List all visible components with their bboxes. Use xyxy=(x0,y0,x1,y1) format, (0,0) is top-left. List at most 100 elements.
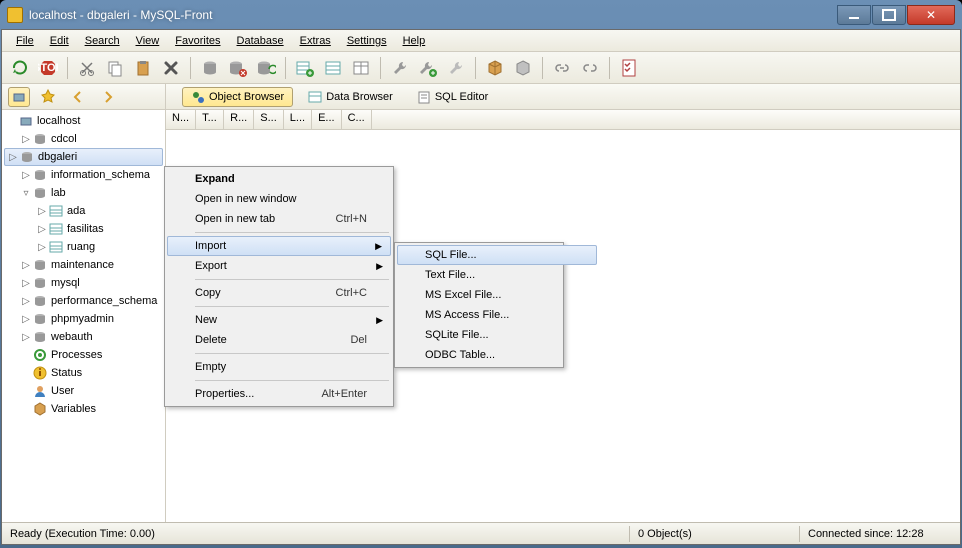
menu-item[interactable]: ODBC Table... xyxy=(397,345,597,365)
star-icon[interactable] xyxy=(36,85,60,109)
titlebar[interactable]: localhost - dbgaleri - MySQL-Front ✕ xyxy=(1,1,961,29)
tree-item[interactable]: ▷ada xyxy=(2,202,165,220)
tree-label: phpmyadmin xyxy=(51,313,114,325)
tree-item[interactable]: ▷cdcol xyxy=(2,130,165,148)
menu-separator xyxy=(195,232,389,233)
refresh-icon[interactable] xyxy=(8,56,32,80)
menu-extras[interactable]: Extras xyxy=(292,33,339,51)
link2-icon[interactable] xyxy=(578,56,602,80)
nav-back-icon[interactable] xyxy=(66,85,90,109)
menu-item[interactable]: Import▶ xyxy=(167,236,391,256)
wrench2-icon[interactable] xyxy=(444,56,468,80)
tree-item[interactable]: ▷information_schema xyxy=(2,166,165,184)
menu-item[interactable]: MS Access File... xyxy=(397,305,597,325)
wrench-icon[interactable] xyxy=(388,56,412,80)
table2-icon[interactable] xyxy=(349,56,373,80)
cube2-icon[interactable] xyxy=(511,56,535,80)
menu-item[interactable]: Properties...Alt+Enter xyxy=(167,384,391,404)
menu-item[interactable]: New▶ xyxy=(167,310,391,330)
tree-item[interactable]: ▷performance_schema xyxy=(2,292,165,310)
menu-favorites[interactable]: Favorites xyxy=(167,33,228,51)
column-header[interactable]: R... xyxy=(224,110,254,129)
tree-label: User xyxy=(51,385,74,397)
host-icon[interactable] xyxy=(8,87,30,107)
table-add-icon[interactable] xyxy=(293,56,317,80)
menu-item[interactable]: SQLite File... xyxy=(397,325,597,345)
menu-search[interactable]: Search xyxy=(77,33,128,51)
menu-item[interactable]: SQL File... xyxy=(397,245,597,265)
proc-icon xyxy=(32,348,48,362)
menu-item[interactable]: Text File... xyxy=(397,265,597,285)
tab-object-browser[interactable]: Object Browser xyxy=(182,87,293,107)
tree-label: Status xyxy=(51,367,82,379)
column-header[interactable]: C... xyxy=(342,110,372,129)
maximize-button[interactable] xyxy=(872,5,906,25)
tree-item[interactable]: User xyxy=(2,382,165,400)
menu-item[interactable]: Export▶ xyxy=(167,256,391,276)
close-button[interactable]: ✕ xyxy=(907,5,955,25)
cube-icon[interactable] xyxy=(483,56,507,80)
menu-view[interactable]: View xyxy=(128,33,168,51)
menu-item[interactable]: Open in new window xyxy=(167,189,391,209)
toolbar: STOP xyxy=(2,52,960,84)
paste-icon[interactable] xyxy=(131,56,155,80)
tree-item[interactable]: ▷webauth xyxy=(2,328,165,346)
db-delete-icon[interactable] xyxy=(226,56,250,80)
column-header[interactable]: N... xyxy=(166,110,196,129)
var-icon xyxy=(32,402,48,416)
nav-fwd-icon[interactable] xyxy=(96,85,120,109)
tree-label: ada xyxy=(67,205,85,217)
menu-help[interactable]: Help xyxy=(395,33,434,51)
menu-edit[interactable]: Edit xyxy=(42,33,77,51)
menu-item[interactable]: Empty xyxy=(167,357,391,377)
column-header[interactable]: S... xyxy=(254,110,284,129)
context-menu[interactable]: ExpandOpen in new windowOpen in new tabC… xyxy=(164,166,394,407)
menu-settings[interactable]: Settings xyxy=(339,33,395,51)
menu-item[interactable]: Open in new tabCtrl+N xyxy=(167,209,391,229)
db-icon xyxy=(32,276,48,290)
menu-database[interactable]: Database xyxy=(229,33,292,51)
db-icon xyxy=(19,150,35,164)
tree[interactable]: localhost▷cdcol▷dbgaleri▷information_sch… xyxy=(2,110,165,420)
tree-item[interactable]: ▷dbgaleri xyxy=(4,148,163,166)
column-header[interactable]: L... xyxy=(284,110,312,129)
menu-item[interactable]: CopyCtrl+C xyxy=(167,283,391,303)
table-icon[interactable] xyxy=(321,56,345,80)
tree-root[interactable]: localhost xyxy=(2,112,165,130)
link-icon[interactable] xyxy=(550,56,574,80)
tree-label: webauth xyxy=(51,331,93,343)
tab-data-browser[interactable]: Data Browser xyxy=(299,87,402,107)
column-header[interactable]: T... xyxy=(196,110,224,129)
copy-icon[interactable] xyxy=(103,56,127,80)
tree-item[interactable]: ▷maintenance xyxy=(2,256,165,274)
statusbar: Ready (Execution Time: 0.00) 0 Object(s)… xyxy=(2,522,960,544)
menu-item[interactable]: Expand xyxy=(167,169,391,189)
tree-item[interactable]: Variables xyxy=(2,400,165,418)
column-headers: N...T...R...S...L...E...C... xyxy=(166,110,960,130)
tree-item[interactable]: ▷fasilitas xyxy=(2,220,165,238)
menu-item[interactable]: DeleteDel xyxy=(167,330,391,350)
tree-item[interactable]: Status xyxy=(2,364,165,382)
import-submenu[interactable]: SQL File...Text File...MS Excel File...M… xyxy=(394,242,564,368)
db-icon[interactable] xyxy=(198,56,222,80)
tree-item[interactable]: ▿lab xyxy=(2,184,165,202)
wrench-add-icon[interactable] xyxy=(416,56,440,80)
checklist-icon[interactable] xyxy=(617,56,641,80)
delete-icon[interactable] xyxy=(159,56,183,80)
menu-item[interactable]: MS Excel File... xyxy=(397,285,597,305)
stop-icon[interactable]: STOP xyxy=(36,56,60,80)
user-icon xyxy=(32,384,48,398)
column-header[interactable]: E... xyxy=(312,110,342,129)
db-refresh-icon[interactable] xyxy=(254,56,278,80)
tree-item[interactable]: Processes xyxy=(2,346,165,364)
cut-icon[interactable] xyxy=(75,56,99,80)
tab-sql-editor[interactable]: SQL Editor xyxy=(408,87,497,107)
menu-separator xyxy=(195,279,389,280)
tree-item[interactable]: ▷mysql xyxy=(2,274,165,292)
menu-file[interactable]: File xyxy=(8,33,42,51)
app-icon xyxy=(7,7,23,23)
minimize-button[interactable] xyxy=(837,5,871,25)
tree-item[interactable]: ▷phpmyadmin xyxy=(2,310,165,328)
tab-label: Data Browser xyxy=(326,91,393,103)
tree-item[interactable]: ▷ruang xyxy=(2,238,165,256)
